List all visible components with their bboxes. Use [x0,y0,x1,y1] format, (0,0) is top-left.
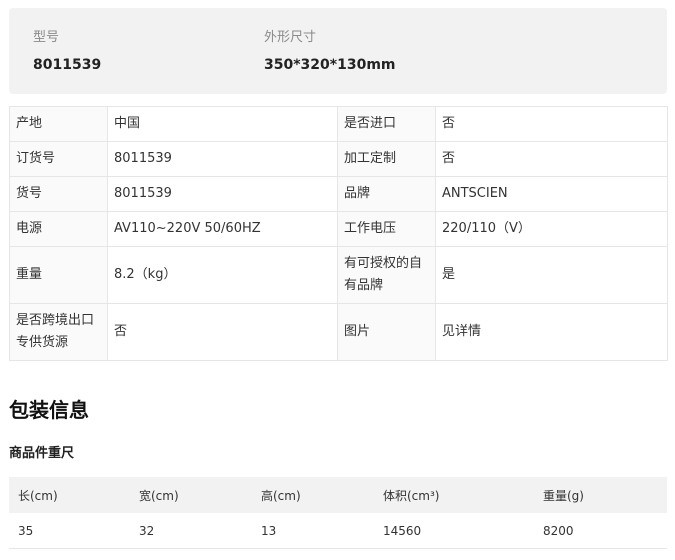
spec-row: 是否跨境出口专供货源 否 图片 见详情 [9,303,668,361]
table-row: 35 32 13 14560 8200 [9,513,667,549]
product-summary-panel: 型号 8011539 外形尺寸 350*320*130mm [9,8,667,94]
cell-height: 13 [252,513,374,549]
spec-table: 产地 中国 是否进口 否 订货号 8011539 加工定制 否 货号 80115… [9,106,668,361]
cell-volume: 14560 [374,513,534,549]
spec-value: 220/110（V） [435,211,668,247]
packaging-section-title: 包装信息 [9,398,89,422]
model-value: 8011539 [33,57,102,73]
spec-value: 8011539 [107,141,338,177]
model-label: 型号 [33,30,60,45]
spec-value: 否 [435,106,668,142]
cell-width: 32 [130,513,252,549]
spec-value: ANTSCIEN [435,176,668,212]
spec-key: 产地 [9,106,108,142]
spec-value: 见详情 [435,303,668,361]
spec-key: 是否跨境出口专供货源 [9,303,108,361]
spec-row: 订货号 8011539 加工定制 否 [9,141,668,177]
dimensions-value: 350*320*130mm [264,57,396,73]
column-header-volume: 体积(cm³) [374,477,534,513]
packaging-table: 长(cm) 宽(cm) 高(cm) 体积(cm³) 重量(g) 35 32 13… [9,477,667,549]
spec-value: 8011539 [107,176,338,212]
spec-key: 订货号 [9,141,108,177]
column-header-length: 长(cm) [9,477,130,513]
dimensions-field: 外形尺寸 350*320*130mm [264,28,396,78]
column-header-weight: 重量(g) [534,477,667,513]
spec-key: 有可授权的自有品牌 [337,246,436,304]
spec-key: 电源 [9,211,108,247]
dimensions-label: 外形尺寸 [264,30,317,45]
model-field: 型号 8011539 [33,28,101,78]
cell-weight: 8200 [534,513,667,549]
spec-key: 工作电压 [337,211,436,247]
spec-key: 品牌 [337,176,436,212]
packaging-header-row: 长(cm) 宽(cm) 高(cm) 体积(cm³) 重量(g) [9,477,667,513]
column-header-height: 高(cm) [252,477,374,513]
spec-key: 加工定制 [337,141,436,177]
spec-row: 重量 8.2（kg） 有可授权的自有品牌 是 [9,246,668,304]
spec-row: 产地 中国 是否进口 否 [9,106,668,142]
spec-row: 货号 8011539 品牌 ANTSCIEN [9,176,668,212]
spec-row: 电源 AV110~220V 50/60HZ 工作电压 220/110（V） [9,211,668,247]
spec-value: AV110~220V 50/60HZ [107,211,338,247]
spec-value: 是 [435,246,668,304]
cell-length: 35 [9,513,130,549]
spec-key: 是否进口 [337,106,436,142]
spec-value: 8.2（kg） [107,246,338,304]
spec-value: 否 [435,141,668,177]
spec-value: 否 [107,303,338,361]
packaging-subtitle: 商品件重尺 [9,446,75,461]
spec-key: 重量 [9,246,108,304]
spec-key: 货号 [9,176,108,212]
column-header-width: 宽(cm) [130,477,252,513]
spec-value: 中国 [107,106,338,142]
spec-key: 图片 [337,303,436,361]
